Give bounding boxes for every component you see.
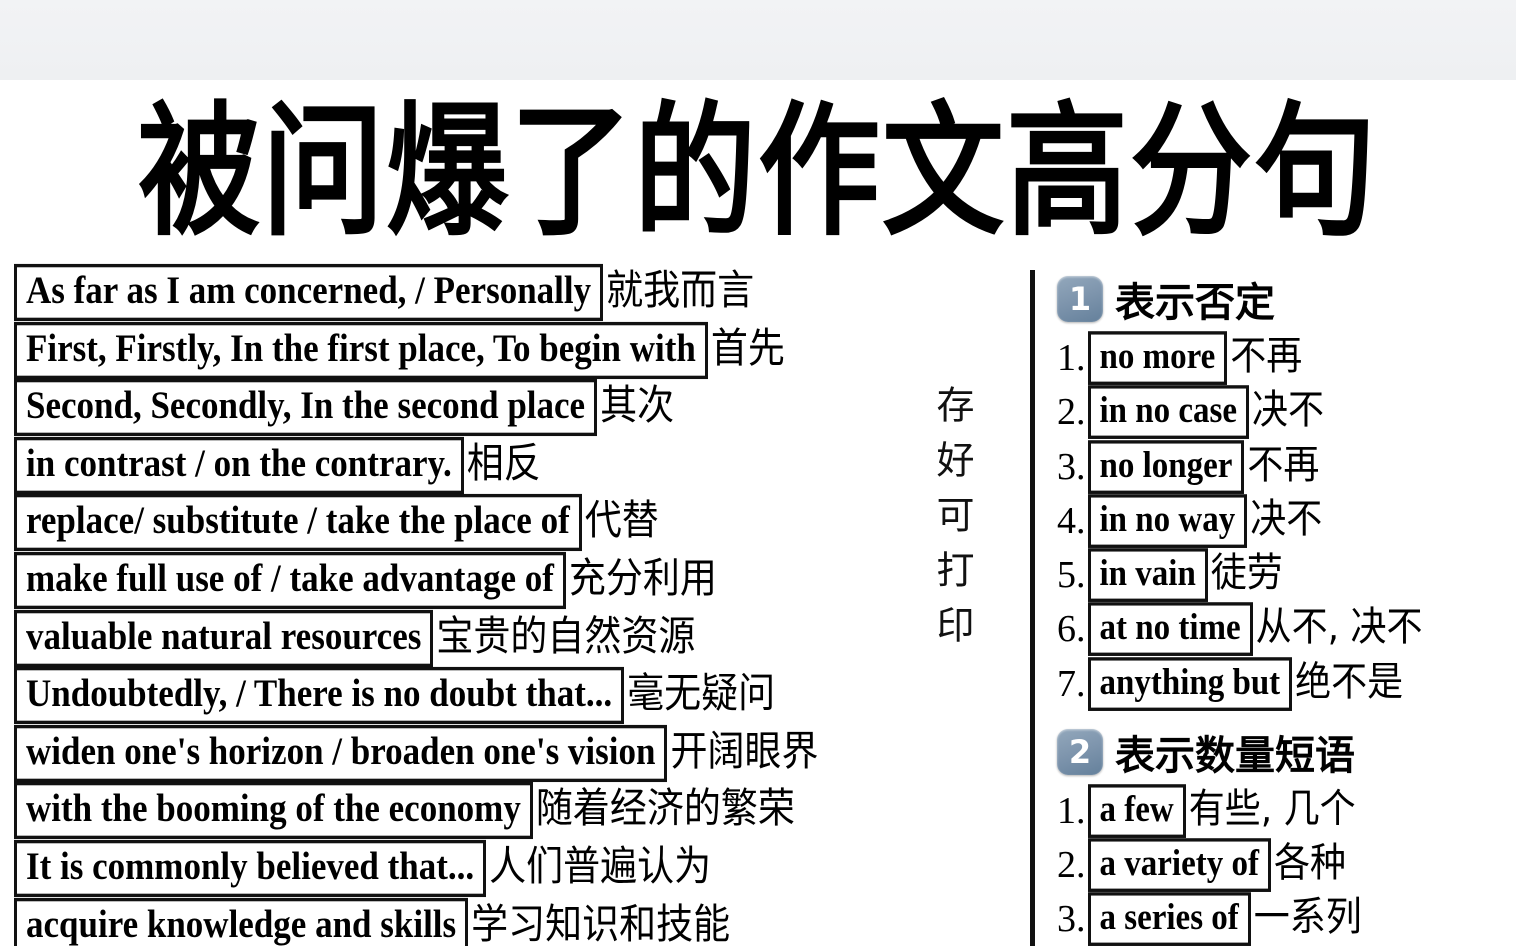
phrase-zh: 学习知识和技能 <box>471 900 731 946</box>
phrase-en: a series of <box>1087 892 1251 946</box>
phrase-zh: 就我而言 <box>606 266 755 314</box>
vertical-note-text: 存好可打印 <box>930 385 974 660</box>
list-item: 1. no more 不再 <box>1057 331 1516 386</box>
phrase-zh: 首先 <box>710 324 785 372</box>
phrase-zh: 不再 <box>1247 442 1320 488</box>
list-item-number: 7. <box>1057 662 1086 705</box>
phrase-en: It is commonly believed that... <box>14 839 487 897</box>
phrase-row: Undoubtedly, / There is no doubt that...… <box>14 667 1004 724</box>
phrase-en: valuable natural resources <box>14 609 434 667</box>
list-item-number: 5. <box>1057 554 1086 597</box>
phrase-en: no more <box>1087 331 1228 386</box>
phrase-row: widen one's horizon / broaden one's visi… <box>14 724 1004 782</box>
list-item: 6. at no time 从不, 决不 <box>1057 602 1516 657</box>
list-item-number: 3. <box>1057 898 1086 941</box>
phrase-row: with the booming of the economy 随着经济的繁荣 <box>14 782 1004 839</box>
section-header: 2 表示数量短语 <box>1057 723 1516 781</box>
right-phrase-column: 1 表示否定 1. no more 不再 2. in no case 决不 3.… <box>1030 270 1516 946</box>
note-page-canvas[interactable]: 被问爆了的作文高分句 As far as I am concerned, / P… <box>0 78 1516 946</box>
phrase-en: at no time <box>1087 602 1253 657</box>
list-item: 1. a few 有些, 几个 <box>1057 784 1516 839</box>
phrase-row: It is commonly believed that... 人们普遍认为 <box>14 839 1004 897</box>
phrase-zh: 毫无疑问 <box>627 669 776 718</box>
phrase-zh: 决不 <box>1252 388 1325 434</box>
list-item-number: 6. <box>1057 608 1086 651</box>
vertical-note-column: 存好可打印 <box>925 385 985 660</box>
phrase-zh: 充分利用 <box>568 554 717 602</box>
note-content: As far as I am concerned, / Personally 就… <box>0 263 1516 946</box>
phrase-row: Second, Secondly, In the second place 其次 <box>14 379 1004 436</box>
phrase-en: make full use of / take advantage of <box>14 551 566 609</box>
phrase-zh: 人们普遍认为 <box>489 842 712 890</box>
phrase-row: in contrast / on the contrary. 相反 <box>14 436 1004 494</box>
phrase-en: in no case <box>1087 385 1250 440</box>
list-item: 5. in vain 徒劳 <box>1057 548 1516 603</box>
phrase-en: a variety of <box>1087 838 1271 893</box>
phrase-zh: 相反 <box>466 439 541 487</box>
phrase-en: in contrast / on the contrary. <box>14 436 464 494</box>
top-toolbar-background <box>0 0 1516 80</box>
left-phrase-column: As far as I am concerned, / Personally 就… <box>14 263 1004 946</box>
page-title: 被问爆了的作文高分句 <box>138 88 1378 256</box>
phrase-zh: 一系列 <box>1253 895 1362 941</box>
list-item-number: 1. <box>1057 789 1086 832</box>
phrase-en: with the booming of the economy <box>14 782 533 839</box>
list-item-number: 1. <box>1057 337 1086 379</box>
section-title: 表示否定 <box>1115 280 1275 326</box>
phrase-row: make full use of / take advantage of 充分利… <box>14 551 1004 609</box>
phrase-en: acquire knowledge and skills <box>14 897 469 946</box>
list-item: 4. in no way 决不 <box>1057 494 1516 549</box>
phrase-row: First, Firstly, In the first place, To b… <box>14 321 1004 379</box>
phrase-en: Undoubtedly, / There is no doubt that... <box>14 667 625 724</box>
list-item-number: 2. <box>1057 844 1086 887</box>
phrase-zh: 有些, 几个 <box>1188 786 1356 832</box>
list-item-number: 3. <box>1057 445 1086 488</box>
phrase-zh: 宝贵的自然资源 <box>436 612 696 660</box>
phrase-row: valuable natural resources 宝贵的自然资源 <box>14 609 1004 667</box>
phrase-row: acquire knowledge and skills 学习知识和技能 <box>14 897 1004 946</box>
list-item: 2. a variety of 各种 <box>1057 838 1516 893</box>
phrase-zh: 绝不是 <box>1295 659 1404 705</box>
section-title: 表示数量短语 <box>1115 732 1355 779</box>
phrase-zh: 代替 <box>584 496 659 545</box>
list-item-number: 4. <box>1057 499 1086 542</box>
phrase-row: replace/ substitute / take the place of … <box>14 494 1004 551</box>
list-item: 2. in no case 决不 <box>1057 385 1516 440</box>
phrase-en: anything but <box>1087 656 1293 711</box>
phrase-zh: 其次 <box>600 381 675 430</box>
phrase-en: a few <box>1087 784 1186 839</box>
phrase-en: widen one's horizon / broaden one's visi… <box>14 724 668 782</box>
phrase-zh: 各种 <box>1273 840 1346 887</box>
phrase-en: no longer <box>1087 439 1245 494</box>
section-number-badge: 2 <box>1057 728 1103 775</box>
section-number-badge: 1 <box>1057 276 1103 322</box>
phrase-zh: 决不 <box>1250 496 1323 542</box>
list-item-number: 2. <box>1057 391 1086 434</box>
phrase-zh: 不再 <box>1230 333 1303 379</box>
phrase-zh: 随着经济的繁荣 <box>535 784 795 833</box>
list-item: 3. a series of 一系列 <box>1057 892 1516 946</box>
list-item: 3. no longer 不再 <box>1057 439 1516 494</box>
phrase-en: As far as I am concerned, / Personally <box>14 263 604 321</box>
phrase-en: in vain <box>1087 548 1208 603</box>
phrase-zh: 从不, 决不 <box>1255 605 1423 651</box>
phrase-en: First, Firstly, In the first place, To b… <box>14 321 708 379</box>
phrase-row: As far as I am concerned, / Personally 就… <box>14 263 1004 321</box>
phrase-en: Second, Secondly, In the second place <box>14 379 598 436</box>
phrase-zh: 开阔眼界 <box>670 727 819 775</box>
phrase-en: replace/ substitute / take the place of <box>14 494 582 551</box>
phrase-zh: 徒劳 <box>1210 550 1283 596</box>
phrase-en: in no way <box>1087 494 1248 549</box>
list-item: 7. anything but 绝不是 <box>1057 656 1516 711</box>
section-header: 1 表示否定 <box>1057 270 1516 328</box>
note-app-window: T t <box>0 0 1516 946</box>
